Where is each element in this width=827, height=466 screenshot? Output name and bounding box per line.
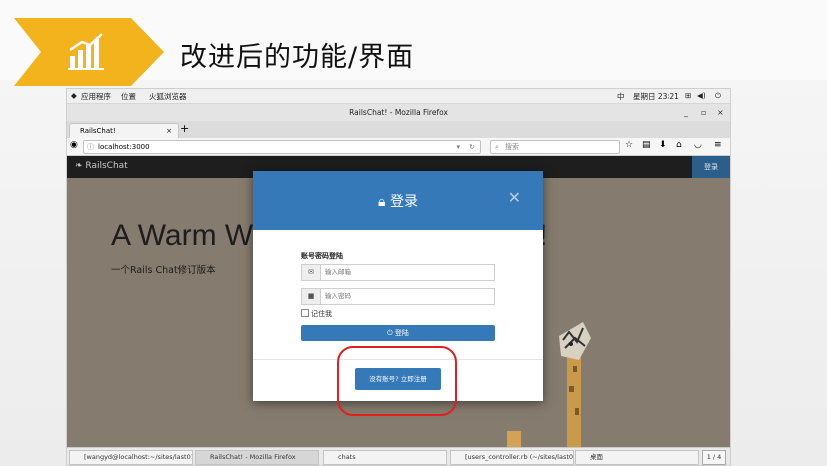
dropdown-icon[interactable]: ▾: [456, 141, 460, 153]
taskbar-item-terminal[interactable]: [wangyd@localhost:~/sites/last01/···: [69, 450, 193, 465]
modal-title: 🔒︎ 登录: [253, 191, 543, 211]
volume-icon[interactable]: ◀): [697, 91, 706, 100]
search-placeholder: 搜索: [505, 143, 519, 151]
taskbar: [wangyd@localhost:~/sites/last01/··· Rai…: [67, 447, 730, 465]
form-label: 账号密码登陆: [301, 252, 343, 260]
reload-icon[interactable]: ↻: [469, 141, 475, 153]
info-icon[interactable]: ⓘ: [87, 141, 94, 153]
url-bar[interactable]: ⓘ localhost:3000 ↻ ▾: [83, 140, 481, 154]
slide-title: 改进后的功能/界面: [180, 42, 415, 73]
taskbar-label: [wangyd@localhost:~/sites/last01/···: [84, 453, 193, 461]
brand-label: RailsChat: [85, 161, 128, 171]
minimize-icon[interactable]: _: [684, 104, 688, 121]
remember-label: 记住我: [311, 310, 332, 318]
remember-checkbox[interactable]: [301, 309, 309, 317]
system-top-bar: ◆ 应用程序 位置 火狐浏览器 中 星期日 23∶21 ⊞ ◀) ⏻: [67, 89, 730, 104]
taskbar-label: chats: [338, 453, 356, 461]
network-icon[interactable]: ⊞: [685, 91, 691, 100]
places-menu[interactable]: 位置: [121, 91, 136, 102]
close-tab-icon[interactable]: ×: [166, 124, 172, 138]
input-method-indicator[interactable]: 中: [617, 91, 625, 102]
email-input[interactable]: [322, 266, 496, 278]
power-icon[interactable]: ⏻: [715, 91, 721, 101]
taskbar-label: RailsChat! - Mozilla Firefox: [210, 453, 296, 461]
password-input[interactable]: [322, 290, 496, 302]
tab-label: RailsChat!: [80, 127, 116, 135]
search-input[interactable]: ⌕ 搜索: [490, 140, 620, 154]
navigation-toolbar: ◉ ⓘ localhost:3000 ↻ ▾ ⌕ 搜索 ☆ ▤ ⬇ ⌂ ◡ ≡: [67, 138, 730, 156]
taskbar-label: [users_controller.rb (~/sites/last01···: [465, 453, 574, 461]
url-text: localhost:3000: [98, 143, 150, 151]
envelope-icon: ✉: [302, 265, 321, 280]
hero-title: A Warm W!: [111, 219, 547, 253]
hero-subtitle: 一个Rails Chat修订版本: [111, 265, 216, 276]
lock-icon: 🔒︎: [378, 194, 390, 210]
taskbar-item-chats[interactable]: chats: [323, 450, 447, 465]
apps-menu-icon: ◆: [71, 91, 77, 100]
modal-title-text: 登录: [389, 194, 418, 210]
taskbar-label: 桌面: [590, 453, 603, 461]
app-brand[interactable]: ❧ RailsChat: [75, 161, 128, 171]
browser-menu[interactable]: 火狐浏览器: [149, 91, 187, 102]
leaf-icon: ❧: [75, 161, 86, 171]
taskbar-item-editor[interactable]: [users_controller.rb (~/sites/last01···: [450, 450, 574, 465]
apps-menu[interactable]: 应用程序: [81, 91, 111, 102]
home-icon[interactable]: ⌂: [676, 140, 682, 150]
email-field[interactable]: ✉: [301, 264, 496, 281]
search-icon: ⌕: [495, 143, 499, 151]
register-highlight-circle: [337, 346, 457, 416]
window-title: RailsChat! - Mozilla Firefox: [349, 108, 448, 117]
taskbar-item-desktop[interactable]: 桌面: [575, 450, 699, 465]
password-field[interactable]: ■: [301, 288, 496, 305]
pocket-icon[interactable]: ◡: [694, 140, 702, 150]
new-tab-icon[interactable]: +: [180, 122, 189, 135]
modal-header: 🔒︎ 登录 ✕: [253, 171, 543, 230]
submit-label: 登陆: [394, 329, 409, 337]
remember-me[interactable]: 记住我: [301, 309, 332, 319]
lock-field-icon: ■: [302, 289, 321, 304]
maximize-icon[interactable]: ▫: [701, 104, 706, 121]
menu-icon[interactable]: ≡: [714, 140, 722, 150]
bookmark-star-icon[interactable]: ☆: [625, 140, 633, 150]
taskbar-item-firefox[interactable]: RailsChat! - Mozilla Firefox: [195, 450, 319, 465]
workspace-pager[interactable]: 1 / 4: [702, 450, 726, 465]
power-button-icon: ⏻: [387, 329, 395, 337]
back-icon[interactable]: ◉: [70, 140, 78, 150]
window-title-bar: RailsChat! - Mozilla Firefox _ ▫ ×: [67, 104, 730, 121]
download-icon[interactable]: ⬇: [659, 140, 667, 150]
submit-button[interactable]: ⏻ 登陆: [301, 325, 495, 341]
reading-list-icon[interactable]: ▤: [642, 140, 651, 150]
tab-railschat[interactable]: RailsChat! ×: [69, 123, 179, 138]
close-window-icon[interactable]: ×: [717, 104, 724, 121]
growth-chart-icon: [68, 33, 104, 70]
clock[interactable]: 星期日 23∶21: [633, 91, 679, 102]
tab-bar: RailsChat! × +: [67, 121, 730, 139]
close-icon[interactable]: ✕: [508, 188, 521, 207]
hero-title-start: A Warm W: [111, 219, 254, 252]
navbar-login-button[interactable]: 登录: [692, 156, 730, 178]
